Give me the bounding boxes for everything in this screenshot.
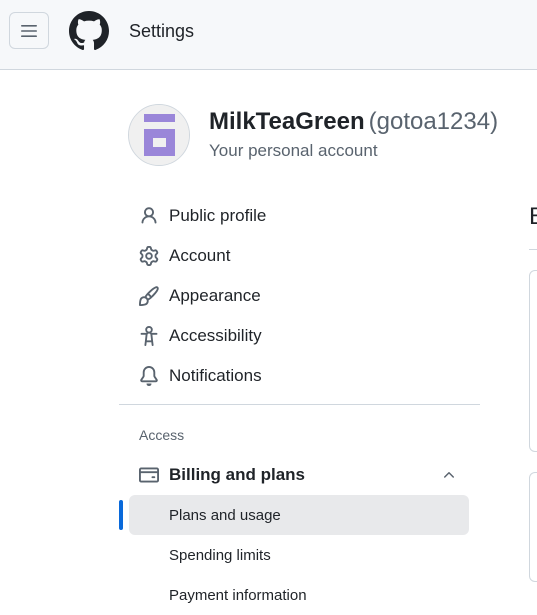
active-indicator bbox=[119, 500, 123, 530]
nav-label: Appearance bbox=[169, 286, 261, 305]
nav-subitem-plans-and-usage[interactable]: Plans and usage bbox=[129, 495, 469, 535]
credit-card-icon bbox=[139, 467, 159, 483]
hamburger-icon bbox=[21, 24, 37, 37]
nav-item-billing-and-plans[interactable]: Billing and plans bbox=[129, 458, 469, 492]
nav-item-public-profile[interactable]: Public profile bbox=[129, 199, 469, 233]
nav-label: Billing and plans bbox=[169, 465, 306, 484]
content-heading: B bbox=[529, 203, 537, 231]
account-subtitle: Your personal account bbox=[209, 141, 378, 160]
page-title: Settings bbox=[129, 21, 195, 41]
login-handle: (gotoa1234) bbox=[368, 108, 499, 135]
menu-button[interactable] bbox=[9, 12, 49, 49]
avatar[interactable] bbox=[128, 104, 190, 166]
accessibility-icon bbox=[140, 326, 158, 346]
section-heading-access: Access bbox=[139, 427, 185, 443]
gear-icon bbox=[139, 246, 159, 266]
content-card bbox=[529, 270, 537, 452]
app-header: Settings bbox=[0, 0, 537, 70]
nav-item-appearance[interactable]: Appearance bbox=[129, 279, 469, 313]
nav-label: Public profile bbox=[169, 206, 267, 225]
nav-divider bbox=[119, 404, 480, 405]
nav-label: Accessibility bbox=[169, 326, 262, 345]
person-icon bbox=[141, 207, 157, 224]
nav-item-account[interactable]: Account bbox=[129, 239, 469, 273]
nav-subitem-payment-information[interactable]: Payment information bbox=[129, 575, 469, 615]
identicon-avatar bbox=[129, 105, 189, 165]
content-card bbox=[529, 472, 537, 582]
nav-item-accessibility[interactable]: Accessibility bbox=[129, 319, 469, 353]
bell-icon bbox=[140, 366, 158, 386]
chevron-up-icon[interactable] bbox=[441, 467, 457, 483]
account-name[interactable]: MilkTeaGreen (gotoa1234) bbox=[209, 108, 498, 136]
nav-subitem-label: Payment information bbox=[169, 586, 307, 604]
nav-item-notifications[interactable]: Notifications bbox=[129, 359, 469, 393]
nav-label: Notifications bbox=[169, 366, 262, 385]
nav-label: Account bbox=[169, 246, 231, 265]
content-divider bbox=[529, 249, 537, 250]
github-logo-icon[interactable] bbox=[69, 11, 109, 51]
nav-subitem-label: Spending limits bbox=[169, 546, 271, 564]
username: MilkTeaGreen bbox=[209, 108, 365, 135]
nav-subitem-spending-limits[interactable]: Spending limits bbox=[129, 535, 469, 575]
nav-subitem-label: Plans and usage bbox=[169, 506, 281, 524]
paintbrush-icon bbox=[139, 286, 159, 306]
